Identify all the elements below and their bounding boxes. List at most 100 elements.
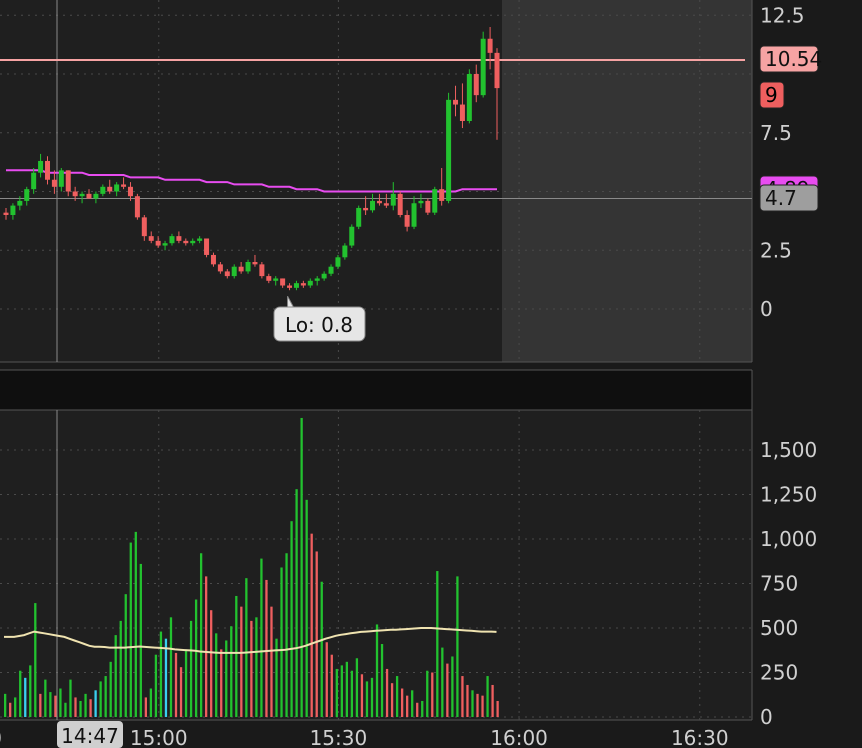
volume-bar — [59, 688, 62, 717]
volume-bar — [320, 581, 323, 717]
candle-body — [141, 217, 147, 237]
candle-body — [231, 266, 237, 277]
volume-bar — [486, 676, 489, 717]
candle-body — [466, 74, 472, 121]
volume-bar — [230, 626, 233, 717]
volume-tick-label: 1,500 — [760, 438, 817, 462]
volume-bar — [54, 695, 57, 717]
volume-bar — [109, 661, 112, 717]
volume-bar — [169, 617, 173, 717]
volume-bar — [390, 683, 394, 717]
candle-body — [418, 200, 424, 204]
volume-bar — [411, 690, 414, 717]
volume-bar — [159, 631, 163, 717]
candle-body — [314, 278, 320, 281]
candle-body — [38, 160, 44, 173]
candle-body — [425, 200, 431, 213]
volume-bar — [14, 697, 17, 717]
volume-bar — [49, 692, 52, 717]
volume-bar — [466, 684, 469, 717]
volume-bar — [491, 684, 494, 717]
candle-body — [79, 193, 85, 197]
candle-body — [376, 200, 382, 204]
low-callout-label: Lo: 0.8 — [285, 313, 353, 337]
candle-body — [224, 271, 230, 277]
volume-bar — [456, 576, 459, 717]
crosshair-time-label: 14:47 — [61, 724, 119, 748]
candle-body — [494, 52, 500, 89]
volume-bar — [421, 700, 424, 717]
candle-body — [287, 285, 293, 288]
candle-body — [217, 264, 223, 272]
candle-body — [363, 207, 369, 211]
volume-bar — [431, 672, 434, 717]
volume-bar — [471, 690, 474, 717]
volume-bar — [300, 417, 303, 717]
volume-bar — [436, 571, 439, 717]
volume-bar — [355, 658, 359, 717]
volume-bar — [144, 697, 148, 717]
candle-body — [183, 240, 189, 244]
candle-body — [266, 276, 272, 281]
candle-body — [10, 205, 16, 215]
volume-bar — [406, 695, 409, 717]
volume-bar — [375, 624, 379, 717]
candle-body — [204, 238, 210, 255]
volume-bar — [39, 693, 42, 717]
candle-body — [31, 172, 37, 190]
volume-bar — [164, 638, 168, 717]
price-badge-label: 4.7 — [765, 186, 797, 210]
volume-bar — [280, 567, 283, 717]
chart-root: 0 2.5 7.5 12.5 0 250 500 750 1,000 1,250 1,500 15:0… — [0, 0, 862, 748]
volume-bar — [184, 649, 188, 717]
volume-bar — [290, 521, 293, 717]
volume-bar — [385, 668, 389, 717]
volume-bar — [345, 661, 349, 717]
candle-body — [100, 186, 106, 194]
candle-body — [51, 179, 57, 187]
candle-body — [397, 193, 403, 215]
volume-tick-label: 500 — [760, 616, 798, 640]
volume-bar — [481, 695, 484, 717]
volume-bar — [139, 563, 142, 717]
volume-bar — [179, 667, 183, 717]
volume-bar — [79, 700, 82, 717]
volume-bar — [461, 676, 464, 717]
volume-bar — [265, 579, 268, 717]
volume-bar — [99, 681, 102, 717]
candle-body — [480, 38, 486, 96]
volume-bar — [330, 654, 333, 717]
volume-bar — [370, 677, 374, 717]
time-tick-label: 16:00 — [490, 726, 548, 748]
volume-bar — [365, 681, 369, 717]
candle-body — [321, 273, 327, 279]
volume-bar — [310, 533, 313, 717]
candle-body — [370, 200, 376, 211]
volume-bar — [416, 702, 419, 717]
volume-bar — [496, 700, 499, 717]
candle-body — [259, 264, 265, 277]
volume-bar — [194, 599, 198, 717]
volume-bar — [104, 676, 107, 717]
volume-bar — [154, 654, 158, 717]
volume-bar — [9, 702, 12, 717]
candle-body — [300, 283, 306, 286]
volume-bar — [335, 668, 338, 717]
candle-body — [169, 236, 175, 244]
chart-canvas[interactable]: 0 2.5 7.5 12.5 0 250 500 750 1,000 1,250 1,500 15:0… — [0, 0, 862, 748]
candle-body — [127, 186, 133, 197]
volume-bar — [400, 688, 404, 717]
volume-bar — [199, 553, 203, 717]
candle-body — [307, 280, 313, 286]
after-hours-shade — [502, 0, 752, 362]
volume-bar — [235, 595, 238, 717]
volume-bar — [446, 663, 449, 717]
volume-tick-label: 0 — [760, 705, 773, 729]
volume-tick-label: 1,250 — [760, 483, 817, 507]
volume-bar — [380, 644, 384, 717]
volume-tick-label: 750 — [760, 572, 798, 596]
candle-body — [335, 257, 341, 267]
volume-tick-label: 1,000 — [760, 527, 817, 551]
price-tick-label: 12.5 — [760, 3, 805, 27]
candle-body — [134, 196, 140, 218]
